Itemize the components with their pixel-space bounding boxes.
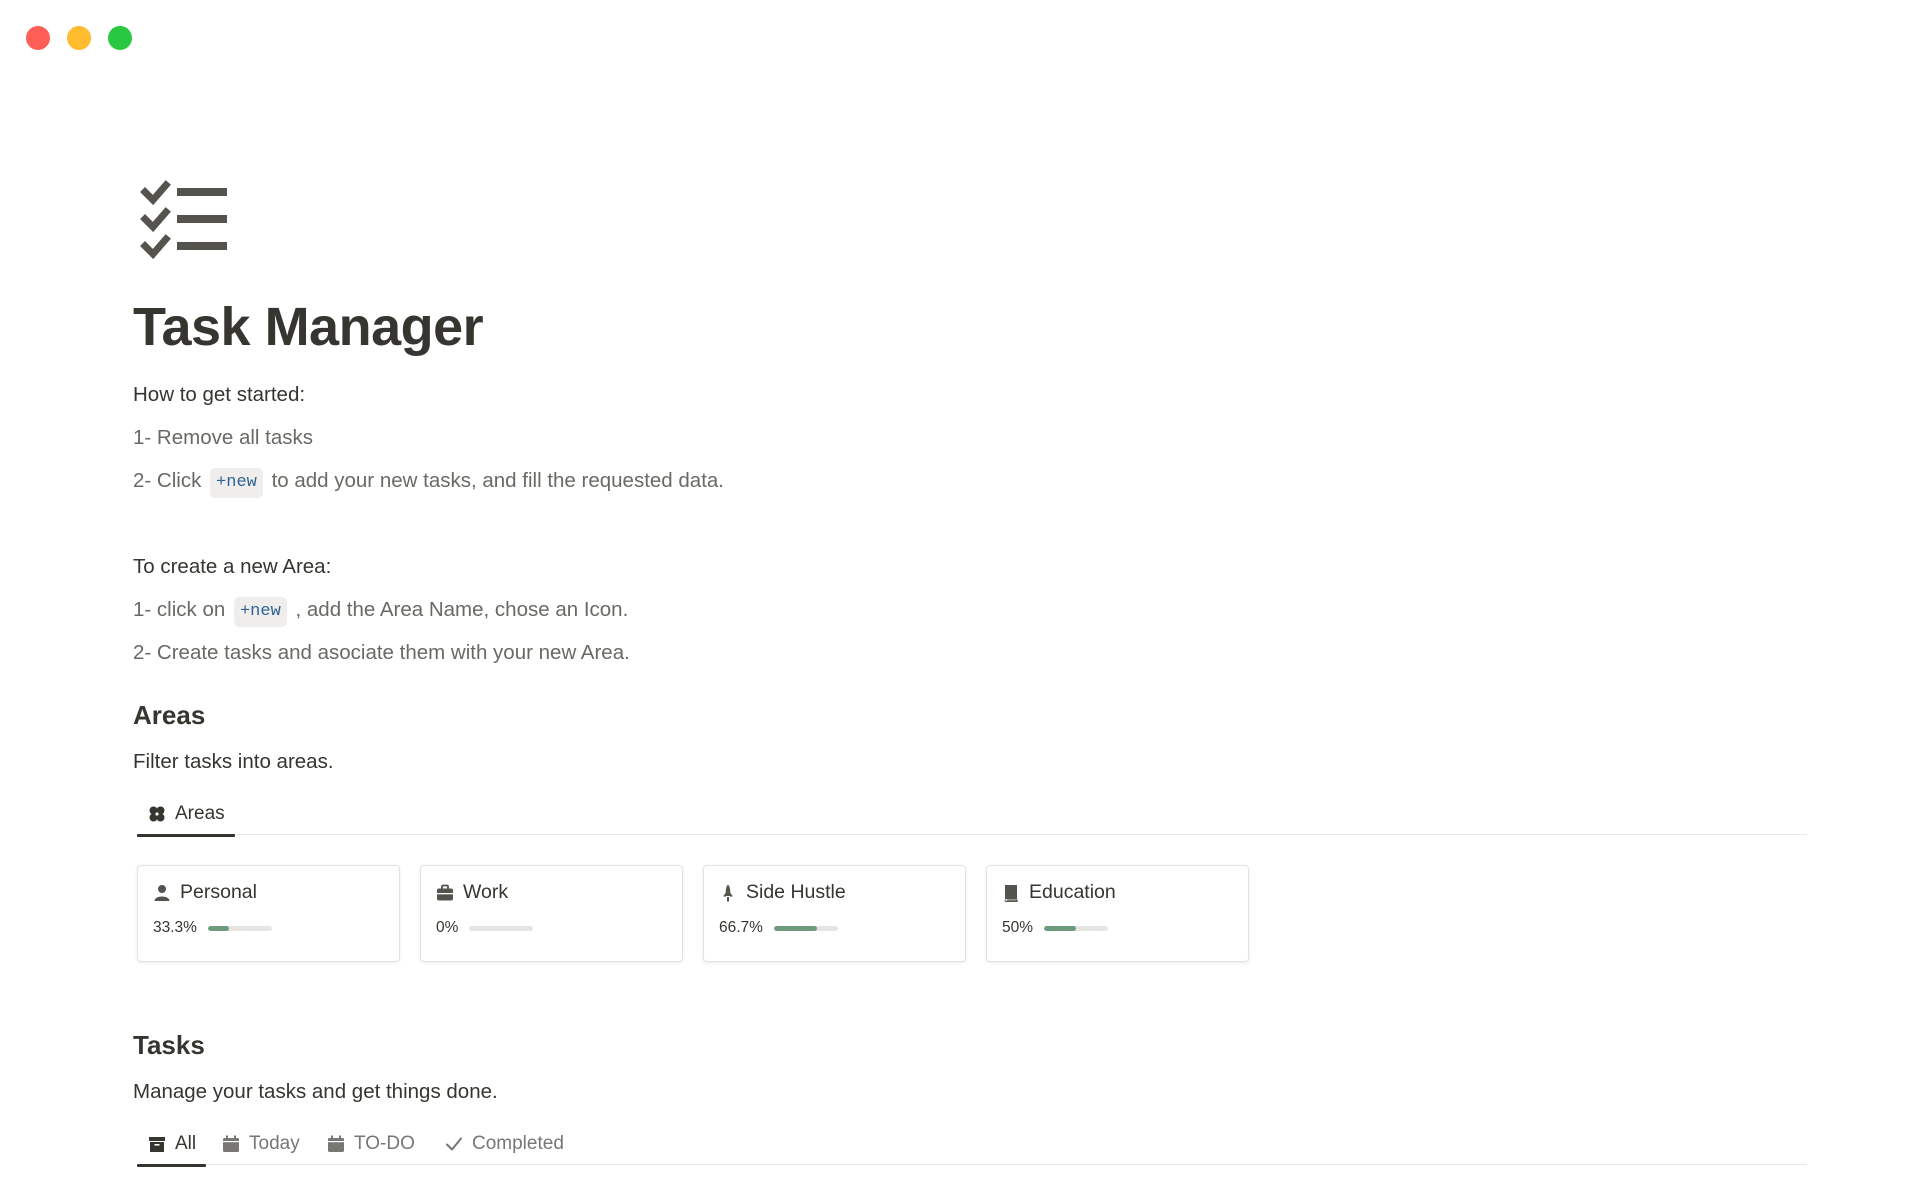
- tab-all[interactable]: All: [137, 1123, 207, 1167]
- area-progress-label: 0%: [436, 919, 459, 936]
- new-code-chip: +new: [210, 468, 263, 498]
- areas-view-tabs: Areas: [137, 793, 1807, 837]
- area-help-step-1-suffix: , add the Area Name, chose an Icon.: [295, 598, 629, 621]
- tasks-description[interactable]: Manage your tasks and get things done.: [133, 1080, 498, 1104]
- person-icon: [154, 884, 170, 901]
- area-card-title: Work: [463, 881, 509, 903]
- checklist-icon[interactable]: [139, 180, 229, 262]
- area-help-step-1-prefix: 1- click on: [133, 598, 226, 621]
- maximize-window-button[interactable]: [108, 26, 132, 50]
- area-help-step-2[interactable]: 2- Create tasks and asociate them with y…: [133, 639, 630, 667]
- new-code-chip: +new: [233, 597, 287, 627]
- archive-icon: [149, 1137, 165, 1152]
- area-card-work[interactable]: Work 0%: [420, 865, 683, 962]
- area-help-step-1[interactable]: 1- click on +new , add the Area Name, ch…: [133, 596, 628, 627]
- area-progress-bar: [207, 925, 272, 931]
- area-card-title: Education: [1029, 881, 1116, 903]
- tab-todo[interactable]: TO-DO: [316, 1123, 425, 1165]
- clover-icon: [149, 806, 165, 822]
- minimize-window-button[interactable]: [67, 26, 91, 50]
- areas-heading[interactable]: Areas: [133, 700, 205, 731]
- tasks-view-tabs: All Today TO-DO Completed: [137, 1123, 1807, 1167]
- tab-areas-label: Areas: [175, 803, 225, 824]
- tab-completed[interactable]: Completed: [434, 1123, 574, 1165]
- tab-all-label: All: [175, 1133, 197, 1154]
- area-card-title: Side Hustle: [746, 881, 846, 903]
- area-card-side-hustle[interactable]: Side Hustle 66.7%: [703, 865, 966, 962]
- tab-completed-label: Completed: [472, 1133, 564, 1154]
- tasks-heading[interactable]: Tasks: [133, 1030, 205, 1061]
- area-card-education[interactable]: Education 50%: [986, 865, 1249, 962]
- close-window-button[interactable]: [26, 26, 50, 50]
- intro-step-2-suffix: to add your new tasks, and fill the requ…: [271, 469, 724, 492]
- area-progress-label: 50%: [1002, 919, 1034, 936]
- area-progress-label: 66.7%: [719, 919, 763, 936]
- tab-todo-label: TO-DO: [354, 1133, 415, 1154]
- intro-step-2[interactable]: 2- Click +new to add your new tasks, and…: [133, 467, 724, 498]
- area-progress-label: 33.3%: [153, 919, 197, 936]
- briefcase-icon: [437, 884, 453, 900]
- page-title[interactable]: Task Manager: [133, 296, 484, 358]
- area-progress-bar: [773, 925, 838, 931]
- area-help-heading[interactable]: To create a new Area:: [133, 553, 331, 581]
- intro-step-2-prefix: 2- Click: [133, 469, 202, 492]
- tab-today[interactable]: Today: [211, 1123, 310, 1165]
- areas-description[interactable]: Filter tasks into areas.: [133, 750, 334, 774]
- tab-today-label: Today: [249, 1133, 300, 1154]
- area-card-title: Personal: [180, 881, 257, 903]
- area-progress-bar: [469, 925, 534, 931]
- rocket-icon: [723, 884, 733, 901]
- book-icon: [1004, 884, 1018, 902]
- tab-areas[interactable]: Areas: [137, 793, 235, 837]
- area-cards: Personal 33.3% Work 0% Side Hustle 66.7%…: [137, 865, 1249, 962]
- calendar-icon: [223, 1135, 239, 1152]
- window-controls: [26, 26, 132, 50]
- area-progress-bar: [1044, 925, 1109, 931]
- app-window: Task Manager How to get started: 1- Remo…: [0, 0, 1920, 1200]
- intro-step-1[interactable]: 1- Remove all tasks: [133, 424, 313, 452]
- checkmark-icon: [446, 1137, 462, 1151]
- area-card-personal[interactable]: Personal 33.3%: [137, 865, 400, 962]
- calendar-icon: [328, 1135, 344, 1152]
- intro-heading[interactable]: How to get started:: [133, 381, 305, 409]
